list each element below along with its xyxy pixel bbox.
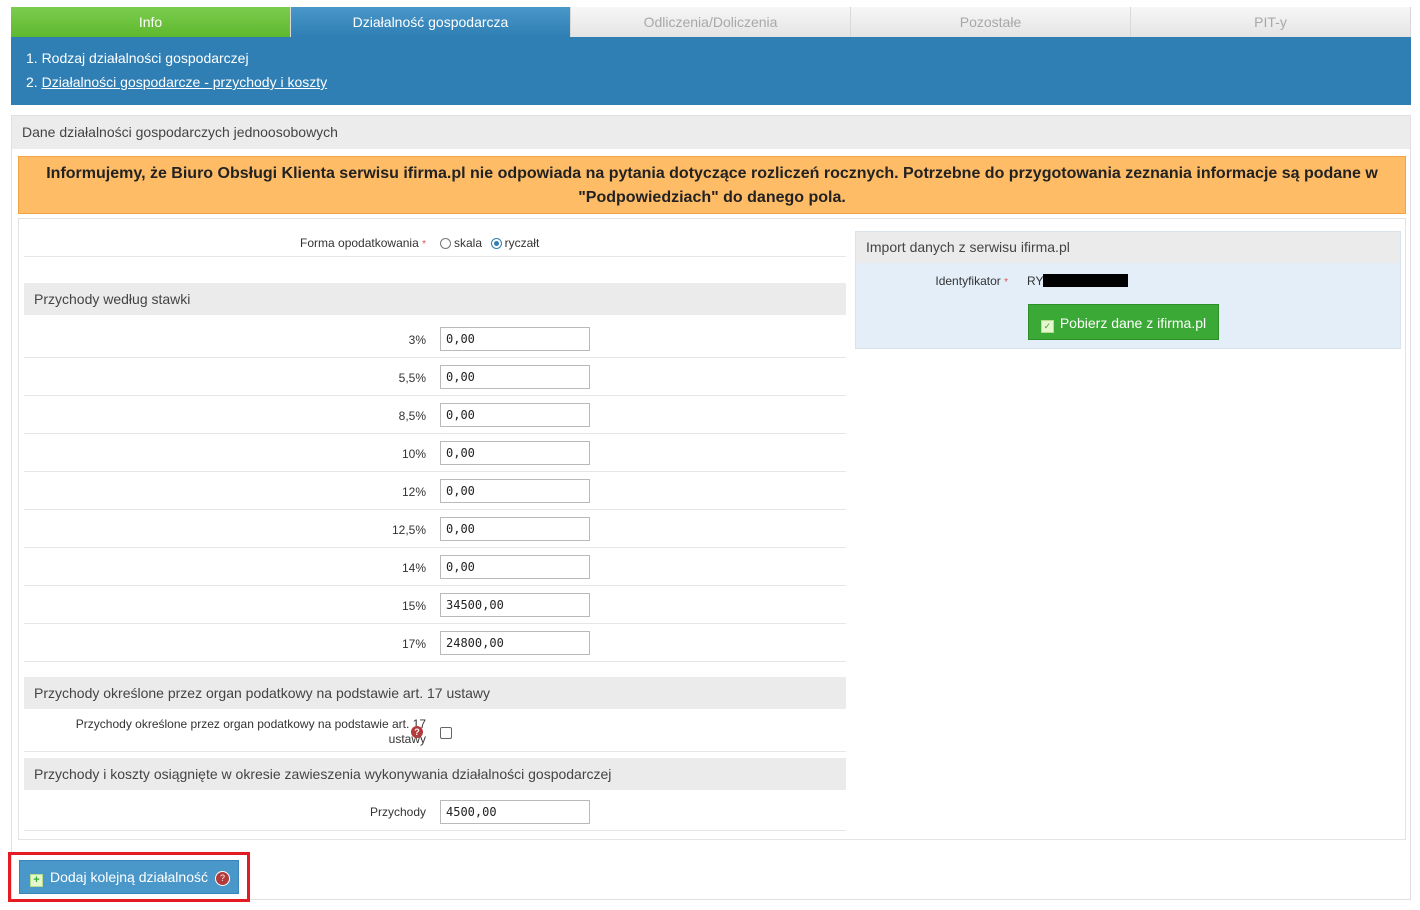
rate-label: 12,5% <box>391 523 426 537</box>
rate-label: 3% <box>408 333 426 347</box>
art17-section-header: Przychody określone przez organ podatkow… <box>24 677 846 709</box>
suspension-income-input[interactable] <box>440 800 590 824</box>
radio-option-scale[interactable]: skala <box>440 236 482 250</box>
rate-row: 8,5% <box>24 396 846 434</box>
redaction-bar <box>1043 274 1129 287</box>
fetch-data-button[interactable]: ✓ Pobierz dane z ifirma.pl <box>1028 304 1219 340</box>
tab-bar: Info Działalność gospodarcza Odliczenia/… <box>11 7 1411 37</box>
help-icon[interactable]: ? <box>215 871 230 886</box>
business-data-panel: Dane działalności gospodarczych jednooso… <box>11 115 1411 900</box>
art17-checkbox[interactable] <box>440 727 452 739</box>
rate-row: 12% <box>24 472 846 510</box>
art17-row: Przychody określone przez organ podatkow… <box>24 712 846 752</box>
tab-pit-forms[interactable]: PIT-y <box>1131 7 1411 37</box>
required-mark: * <box>422 239 426 250</box>
rate-row: 17% <box>24 624 846 662</box>
add-business-button[interactable]: + Dodaj kolejną działalność? <box>19 860 239 894</box>
plus-icon: + <box>30 874 43 887</box>
rate-label: 15% <box>401 599 426 613</box>
rate-label: 12% <box>401 485 426 499</box>
rate-input[interactable] <box>440 327 590 351</box>
rate-input[interactable] <box>440 517 590 541</box>
rate-input[interactable] <box>440 555 590 579</box>
rate-row: 3% <box>24 320 846 358</box>
taxation-form-row: Forma opodatkowania * skala ryczałt <box>24 229 846 257</box>
rate-input[interactable] <box>440 479 590 503</box>
rate-label: 14% <box>401 561 426 575</box>
rate-label: 8,5% <box>398 409 426 423</box>
rate-input[interactable] <box>440 593 590 617</box>
rates-section-header: Przychody według stawki <box>24 283 846 315</box>
steps-panel: 1. Rodzaj działalności gospodarczej 2. D… <box>11 37 1411 105</box>
step-2-number: 2. <box>26 74 42 90</box>
radio-scale[interactable] <box>440 238 451 249</box>
rate-row: 10% <box>24 434 846 472</box>
radio-flat-rate[interactable] <box>490 238 502 249</box>
tab-business[interactable]: Działalność gospodarcza <box>291 7 571 37</box>
taxation-form-label: Forma opodatkowania * <box>300 236 426 250</box>
rate-input[interactable] <box>440 441 590 465</box>
info-notice: Informujemy, że Biuro Obsługi Klienta se… <box>18 156 1406 214</box>
import-panel: Import danych z serwisu ifirma.pl Identy… <box>855 231 1401 349</box>
suspension-income-row: Przychody <box>24 793 846 831</box>
suspension-section-header: Przychody i koszty osiągnięte w okresie … <box>24 758 846 790</box>
rate-input[interactable] <box>440 365 590 389</box>
step-1[interactable]: 1. Rodzaj działalności gospodarczej <box>26 49 1411 73</box>
step-2-link[interactable]: Działalności gospodarcze - przychody i k… <box>42 74 328 90</box>
rate-label: 17% <box>401 637 426 651</box>
check-icon: ✓ <box>1040 320 1054 333</box>
rate-input[interactable] <box>440 403 590 427</box>
rate-row: 14% <box>24 548 846 586</box>
radio-option-flat-rate[interactable]: ryczałt <box>490 236 539 250</box>
add-business-highlight: + Dodaj kolejną działalność? <box>8 852 250 902</box>
panel-title: Dane działalności gospodarczych jednooso… <box>12 116 1410 149</box>
rate-input[interactable] <box>440 631 590 655</box>
tab-other[interactable]: Pozostałe <box>851 7 1131 37</box>
rate-label: 10% <box>401 447 426 461</box>
tab-info[interactable]: Info <box>11 7 291 37</box>
identifier-value: RY <box>1027 274 1129 288</box>
rate-row: 15% <box>24 586 846 624</box>
identifier-label: Identyfikator * <box>935 274 1008 288</box>
rate-row: 12,5% <box>24 510 846 548</box>
rate-label: 5,5% <box>398 371 426 385</box>
tab-deductions[interactable]: Odliczenia/Doliczenia <box>571 7 851 37</box>
help-icon[interactable]: ? <box>411 726 423 738</box>
suspension-income-label: Przychody <box>369 805 426 819</box>
taxation-radio-group: skala ryczałt <box>440 235 544 250</box>
import-title: Import danych z serwisu ifirma.pl <box>856 232 1400 263</box>
art17-label: Przychody określone przez organ podatkow… <box>75 717 426 746</box>
form-container: Forma opodatkowania * skala ryczałt Przy… <box>18 218 1406 840</box>
rate-row: 5,5% <box>24 358 846 396</box>
step-2: 2. Działalności gospodarcze - przychody … <box>26 73 1411 97</box>
